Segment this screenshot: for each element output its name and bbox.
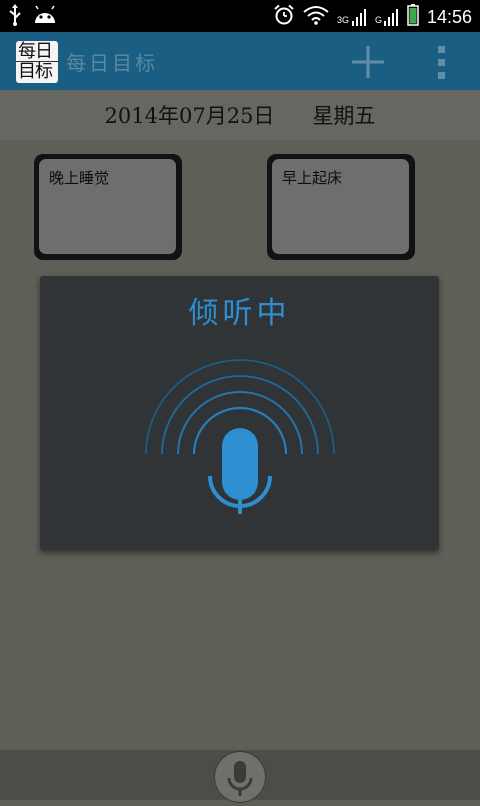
battery-icon: [407, 4, 419, 30]
alarm-icon: [273, 4, 295, 30]
microphone-icon: [227, 761, 253, 796]
listening-title: 倾听中: [188, 296, 291, 331]
voice-listening-dialog: 倾听中: [40, 276, 439, 550]
microphone-icon[interactable]: [140, 336, 340, 536]
voice-input-button[interactable]: [215, 752, 265, 802]
status-time: 14:56: [426, 6, 472, 27]
wifi-icon: [303, 5, 329, 29]
action-bar: 每日 目标 每日目标: [0, 32, 480, 90]
plus-icon: [352, 46, 384, 78]
goal-card[interactable]: 晚上睡觉: [34, 154, 182, 260]
android-debug-icon: [32, 5, 58, 29]
weekday-text: 星期五: [312, 104, 376, 128]
more-vertical-icon: [438, 46, 445, 79]
usb-icon: [8, 4, 22, 30]
goal-card-label: 早上起床: [272, 159, 409, 254]
logo-top-text: 每日: [18, 41, 53, 62]
goal-card-label: 晚上睡觉: [39, 159, 176, 254]
date-row: 2014年07月25日 星期五: [0, 90, 480, 140]
date-text: 2014年07月25日: [104, 104, 275, 128]
logo-bottom-text: 目标: [18, 61, 53, 82]
app-title: 每日目标: [66, 51, 158, 75]
add-button[interactable]: [348, 42, 388, 82]
goal-card[interactable]: 早上起床: [267, 154, 415, 260]
status-bar: 3G G 14:56: [0, 0, 480, 32]
signal-3g-icon: 3G: [337, 6, 367, 28]
signal-g-icon: G: [375, 6, 399, 28]
overflow-menu-button[interactable]: [432, 42, 452, 82]
app-logo[interactable]: 每日 目标: [16, 41, 58, 83]
